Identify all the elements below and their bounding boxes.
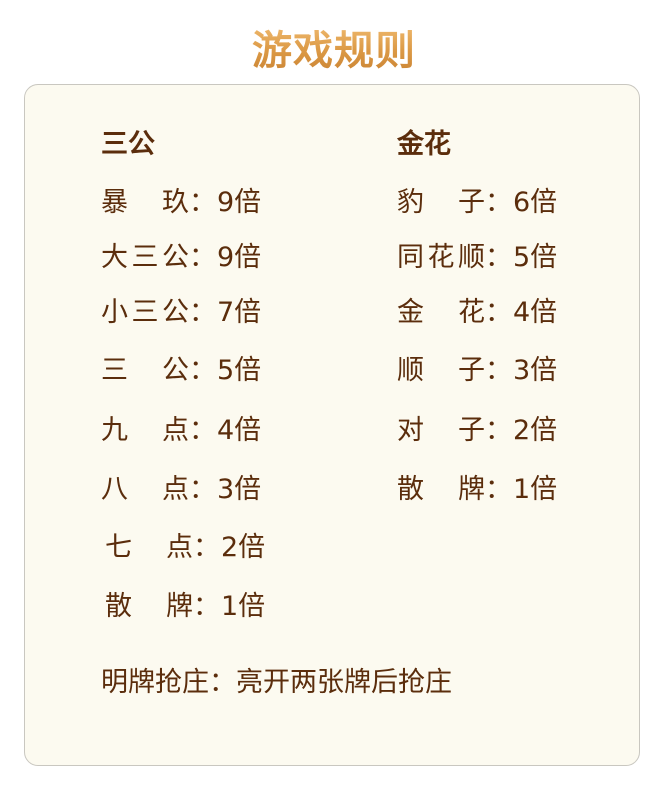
rule-name: 小三公 (101, 297, 189, 328)
rule-multiplier: 5倍 (217, 355, 262, 386)
page-title: 游戏规则 (0, 18, 668, 76)
rule-multiplier: 9倍 (217, 242, 262, 273)
rule-row: 八 点 ： 3倍 (101, 470, 351, 510)
jinhua-heading: 金花 (397, 129, 451, 160)
rule-row: 散 牌 ： 1倍 (101, 587, 351, 627)
rule-multiplier: 6倍 (513, 187, 558, 218)
rule-multiplier: 9倍 (217, 187, 262, 218)
rule-name: 散 牌 (397, 474, 485, 505)
rule-separator: ： (485, 187, 512, 218)
rule-row: 小三公 ： 7倍 (101, 293, 351, 333)
rule-multiplier: 3倍 (217, 474, 262, 505)
rule-name: 八 点 (101, 474, 189, 505)
rule-row: 三 公 ： 5倍 (101, 351, 351, 391)
rule-separator: ： (189, 474, 216, 505)
rule-multiplier: 1倍 (221, 591, 266, 622)
rule-separator: ： (485, 242, 512, 273)
rule-separator: ： (189, 187, 216, 218)
rule-row: 暴 玖 ： 9倍 (101, 183, 351, 223)
rule-multiplier: 4倍 (217, 415, 262, 446)
rule-multiplier: 3倍 (513, 355, 558, 386)
sangong-column: 三公 暴 玖 ： 9倍 大三公 ： 9倍 小三公 ： 7倍 三 公 ： 5倍 九… (101, 125, 351, 627)
rule-name: 三 公 (101, 355, 189, 386)
rule-separator: ： (485, 297, 512, 328)
rule-separator: ： (485, 355, 512, 386)
rule-separator: ： (189, 415, 216, 446)
rule-name: 大三公 (101, 242, 189, 273)
rule-row: 七 点 ： 2倍 (101, 528, 351, 568)
rule-row: 同花顺 ： 5倍 (397, 238, 627, 278)
rule-name: 对 子 (397, 415, 485, 446)
jinhua-column: 金花 豹 子 ： 6倍 同花顺 ： 5倍 金 花 ： 4倍 顺 子 ： 3倍 对… (397, 125, 627, 510)
mingpai-rule-note: 明牌抢庄：亮开两张牌后抢庄 (101, 667, 452, 698)
rule-name: 九 点 (101, 415, 189, 446)
rule-name: 同花顺 (397, 242, 485, 273)
rule-row: 金 花 ： 4倍 (397, 293, 627, 333)
rule-multiplier: 4倍 (513, 297, 558, 328)
rules-panel: 三公 暴 玖 ： 9倍 大三公 ： 9倍 小三公 ： 7倍 三 公 ： 5倍 九… (24, 84, 640, 766)
rule-row: 九 点 ： 4倍 (101, 411, 351, 451)
rule-multiplier: 5倍 (513, 242, 558, 273)
rule-separator: ： (485, 415, 512, 446)
rule-separator: ： (485, 474, 512, 505)
rule-row: 散 牌 ： 1倍 (397, 470, 627, 510)
rule-row: 对 子 ： 2倍 (397, 411, 627, 451)
rule-separator: ： (189, 297, 216, 328)
rule-multiplier: 1倍 (513, 474, 558, 505)
rule-separator: ： (193, 532, 220, 563)
rule-name: 七 点 (105, 532, 193, 563)
rule-row: 顺 子 ： 3倍 (397, 351, 627, 391)
rule-separator: ： (193, 591, 220, 622)
rule-name: 暴 玖 (101, 187, 189, 218)
rule-separator: ： (189, 355, 216, 386)
sangong-heading: 三公 (101, 129, 155, 160)
rule-multiplier: 7倍 (217, 297, 262, 328)
rule-row: 豹 子 ： 6倍 (397, 183, 627, 223)
rule-separator: ： (189, 242, 216, 273)
rule-name: 顺 子 (397, 355, 485, 386)
rule-name: 豹 子 (397, 187, 485, 218)
rule-name: 金 花 (397, 297, 485, 328)
rule-row: 大三公 ： 9倍 (101, 238, 351, 278)
rule-name: 散 牌 (105, 591, 193, 622)
rule-multiplier: 2倍 (513, 415, 558, 446)
rule-multiplier: 2倍 (221, 532, 266, 563)
